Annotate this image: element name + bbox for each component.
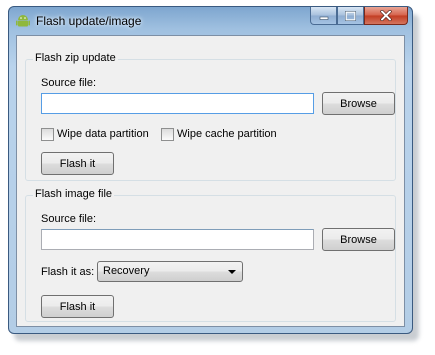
- zip-group-title: Flash zip update: [33, 52, 118, 64]
- image-flash-label: Flash it: [59, 300, 96, 313]
- zip-flash-button[interactable]: Flash it: [41, 152, 114, 175]
- dialog-window: Flash update/image Flash zip update Sour…: [8, 6, 413, 334]
- wipe-cache-label: Wipe cache partition: [177, 128, 277, 140]
- maximize-button[interactable]: [337, 7, 364, 25]
- window-title: Flash update/image: [36, 14, 142, 28]
- flash-as-label: Flash it as:: [41, 266, 95, 278]
- image-group-title: Flash image file: [33, 188, 115, 200]
- image-file-group: Flash image file Source file: Browse Fla…: [25, 188, 396, 322]
- image-source-label: Source file:: [41, 213, 97, 225]
- caption-buttons: [310, 7, 408, 26]
- wipe-cache-checkbox[interactable]: [161, 128, 174, 141]
- image-flash-button[interactable]: Flash it: [41, 295, 114, 318]
- dialog-client-area: Flash zip update Source file: Browse Wip…: [16, 35, 405, 327]
- maximize-icon: [345, 10, 356, 21]
- zip-update-group: Flash zip update Source file: Browse Wip…: [25, 52, 396, 181]
- minimize-button[interactable]: [310, 7, 337, 25]
- close-button[interactable]: [364, 7, 408, 25]
- wipe-data-label: Wipe data partition: [57, 128, 149, 140]
- dropdown-arrow-icon: [228, 270, 236, 274]
- minimize-icon: [319, 16, 328, 20]
- zip-browse-label: Browse: [340, 97, 377, 110]
- zip-flash-label: Flash it: [59, 157, 96, 170]
- android-icon: [16, 15, 30, 27]
- title-bar[interactable]: Flash update/image: [9, 7, 412, 35]
- zip-browse-button[interactable]: Browse: [322, 92, 395, 115]
- zip-source-input[interactable]: [41, 93, 314, 114]
- zip-source-label: Source file:: [41, 77, 97, 89]
- flash-as-selected: Recovery: [103, 265, 150, 277]
- close-icon: [380, 10, 392, 21]
- image-browse-button[interactable]: Browse: [322, 228, 395, 251]
- flash-as-dropdown[interactable]: Recovery: [97, 261, 243, 282]
- image-browse-label: Browse: [340, 233, 377, 246]
- image-source-input[interactable]: [41, 229, 314, 250]
- wipe-data-checkbox[interactable]: [41, 128, 54, 141]
